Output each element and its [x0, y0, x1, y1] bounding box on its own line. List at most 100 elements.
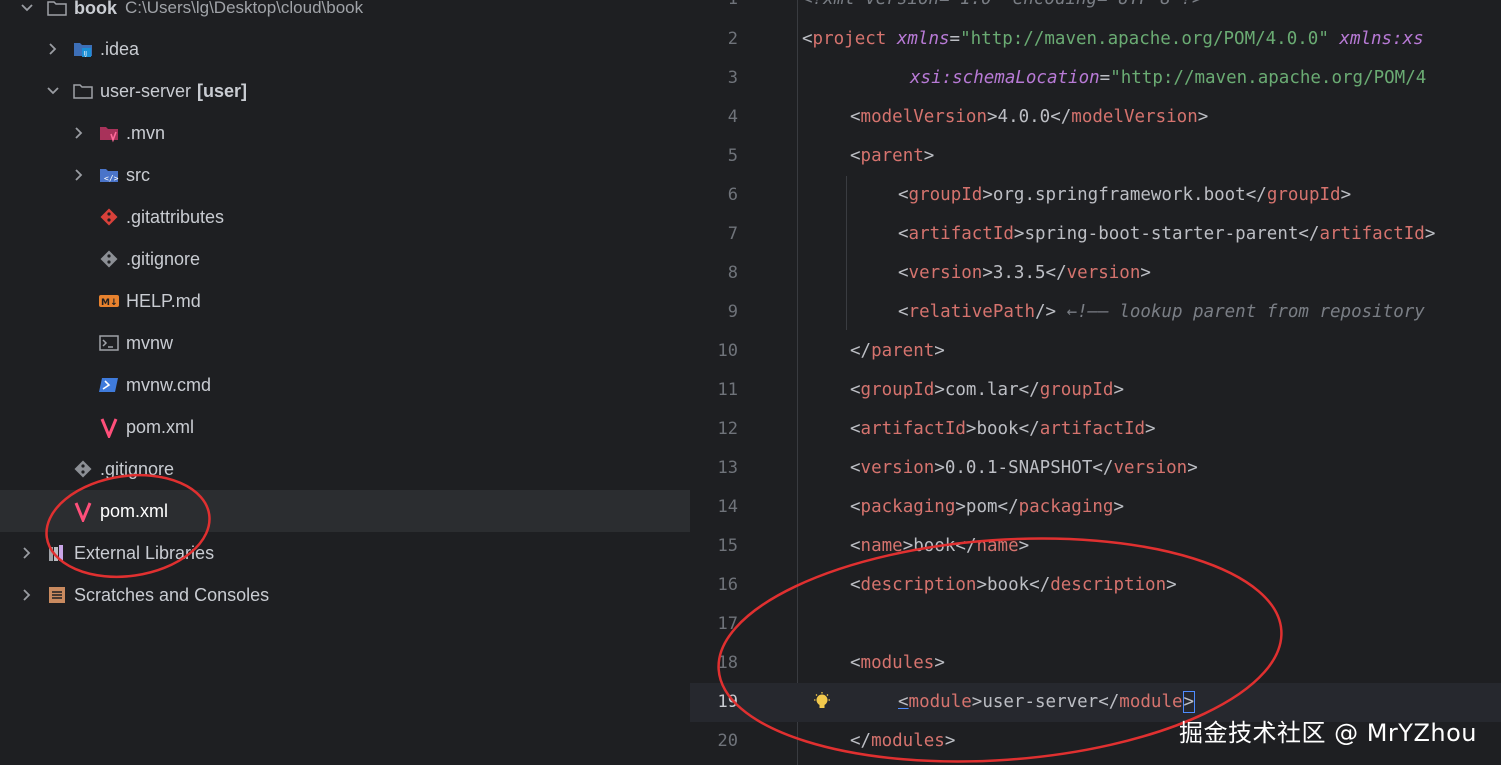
tree-label: HELP.md: [126, 290, 201, 311]
code-line[interactable]: 5 <parent>: [690, 137, 1501, 176]
code-line[interactable]: 12 <artifactId>book</artifactId>: [690, 410, 1501, 449]
maven-icon: [72, 500, 94, 522]
tree-item-src[interactable]: </> src: [0, 154, 762, 196]
tree-item-scratches[interactable]: Scratches and Consoles: [0, 574, 710, 616]
powershell-icon: [98, 374, 120, 396]
line-number: 3: [727, 68, 738, 88]
tree-item-mvn[interactable]: .mvn: [0, 112, 762, 154]
code-line[interactable]: 10 </parent>: [690, 332, 1501, 371]
code-text: <groupId>com.lar</groupId>: [850, 380, 1125, 400]
code-text: <?xml version="1.0" encoding="UTF-8"?>: [802, 0, 1202, 19]
line-number: 13: [717, 458, 738, 478]
git-ignore-icon: [98, 248, 120, 270]
maven-icon: [98, 416, 120, 438]
chevron-right-icon[interactable]: [72, 168, 86, 182]
tree-item-external-libraries[interactable]: External Libraries: [0, 532, 710, 574]
code-line[interactable]: 3 xsi:schemaLocation="http://maven.apach…: [690, 59, 1501, 98]
tree-label: Scratches and Consoles: [74, 584, 270, 605]
code-text: <modules>: [850, 653, 945, 673]
code-text: <description>book</description>: [850, 575, 1177, 595]
tree-label: mvnw: [126, 332, 174, 353]
code-line[interactable]: 17: [690, 605, 1501, 644]
idea-folder-icon: IJ: [72, 38, 94, 60]
svg-text:M↓: M↓: [101, 298, 118, 308]
code-line[interactable]: 14 <packaging>pom</packaging>: [690, 488, 1501, 527]
line-number: 10: [717, 341, 738, 361]
line-number: 2: [727, 29, 738, 49]
code-text: </modules>: [850, 731, 956, 751]
line-number: 11: [717, 380, 738, 400]
code-line[interactable]: 11 <groupId>com.lar</groupId>: [690, 371, 1501, 410]
chevron-down-icon[interactable]: [20, 1, 34, 15]
scratches-icon: [46, 584, 68, 606]
line-number: 17: [717, 614, 738, 634]
line-number: 12: [717, 419, 738, 439]
code-text: <groupId>org.springframework.boot</group…: [898, 185, 1352, 205]
tree-label: .idea: [100, 38, 140, 59]
code-text: <parent>: [850, 146, 935, 166]
svg-text:</>: </>: [104, 174, 119, 183]
folder-icon: [46, 0, 68, 19]
code-line[interactable]: 2 <project xmlns="http://maven.apache.or…: [690, 20, 1501, 59]
tree-label: user-server: [100, 80, 192, 101]
maven-folder-icon: [98, 122, 120, 144]
code-line[interactable]: 9 <relativePath/> ←!—— lookup parent fro…: [690, 293, 1501, 332]
tree-item-gitignore[interactable]: .gitignore: [0, 238, 788, 280]
code-text: xsi:schemaLocation="http://maven.apache.…: [910, 68, 1427, 88]
line-number: 9: [727, 302, 738, 322]
code-line[interactable]: 8 <version>3.3.5</version>: [690, 254, 1501, 293]
project-path: C:\Users\lg\Desktop\cloud\book: [125, 0, 364, 17]
git-file-icon: [98, 206, 120, 228]
tree-label: src: [126, 164, 150, 185]
code-line[interactable]: 15 <name>book</name>: [690, 527, 1501, 566]
code-line[interactable]: 7 <artifactId>spring-boot-starter-parent…: [690, 215, 1501, 254]
tree-item-gitattributes[interactable]: .gitattributes: [0, 196, 788, 238]
tree-item-help[interactable]: M↓ HELP.md: [0, 280, 788, 322]
line-number: 18: [717, 653, 738, 673]
tree-item-mvnw[interactable]: mvnw: [0, 322, 788, 364]
line-number: 14: [717, 497, 738, 517]
line-number: 8: [727, 263, 738, 283]
code-line[interactable]: 16 <description>book</description>: [690, 566, 1501, 605]
tree-item-user-server[interactable]: user-server [user]: [0, 70, 736, 112]
code-line[interactable]: 13 <version>0.0.1-SNAPSHOT</version>: [690, 449, 1501, 488]
chevron-right-icon[interactable]: [20, 588, 34, 602]
code-text: <artifactId>spring-boot-starter-parent</…: [898, 224, 1436, 244]
tree-label: pom.xml: [126, 416, 195, 437]
code-text: <artifactId>book</artifactId>: [850, 419, 1156, 439]
line-number: 7: [727, 224, 738, 244]
module-folder-icon: [72, 80, 94, 102]
line-number: 1: [690, 0, 738, 19]
tree-item-pom-root[interactable]: pom.xml: [0, 490, 742, 532]
code-editor[interactable]: 1 <?xml version="1.0" encoding="UTF-8"?>…: [690, 0, 1501, 765]
line-number: 19: [717, 692, 738, 712]
chevron-right-icon[interactable]: [72, 126, 86, 140]
shell-script-icon: [98, 332, 120, 354]
tree-item-mvnw-cmd[interactable]: mvnw.cmd: [0, 364, 788, 406]
code-line[interactable]: 4 <modelVersion>4.0.0</modelVersion>: [690, 98, 1501, 137]
chevron-right-icon[interactable]: [46, 42, 60, 56]
line-number: 6: [727, 185, 738, 205]
watermark: 掘金技术社区 @ MrYZhou: [1178, 719, 1477, 747]
code-text: <module>user-server</module>: [898, 691, 1196, 713]
lightbulb-icon[interactable]: [811, 691, 833, 713]
module-tag: [user]: [197, 80, 248, 101]
code-text: <modelVersion>4.0.0</modelVersion>: [850, 107, 1209, 127]
chevron-down-icon[interactable]: [46, 84, 60, 98]
code-line[interactable]: 1 <?xml version="1.0" encoding="UTF-8"?>: [690, 0, 1501, 19]
tree-item-gitignore-root[interactable]: .gitignore: [0, 448, 762, 490]
tree-label: External Libraries: [74, 542, 215, 563]
tree-item-pom-inner[interactable]: pom.xml: [0, 406, 788, 448]
code-line[interactable]: 18 <modules>: [690, 644, 1501, 683]
code-text: <packaging>pom</packaging>: [850, 497, 1124, 517]
code-text: <relativePath/> ←!—— lookup parent from …: [898, 302, 1425, 322]
tree-item-book[interactable]: book C:\Users\lg\Desktop\cloud\book: [0, 0, 710, 29]
tree-label: .gitattributes: [126, 206, 225, 227]
code-line[interactable]: 6 <groupId>org.springframework.boot</gro…: [690, 176, 1501, 215]
library-icon: [46, 542, 68, 564]
tree-item-idea[interactable]: IJ .idea: [0, 28, 736, 70]
line-number: 15: [717, 536, 738, 556]
chevron-right-icon[interactable]: [20, 546, 34, 560]
line-number: 4: [727, 107, 738, 127]
tree-label: .gitignore: [100, 458, 175, 479]
